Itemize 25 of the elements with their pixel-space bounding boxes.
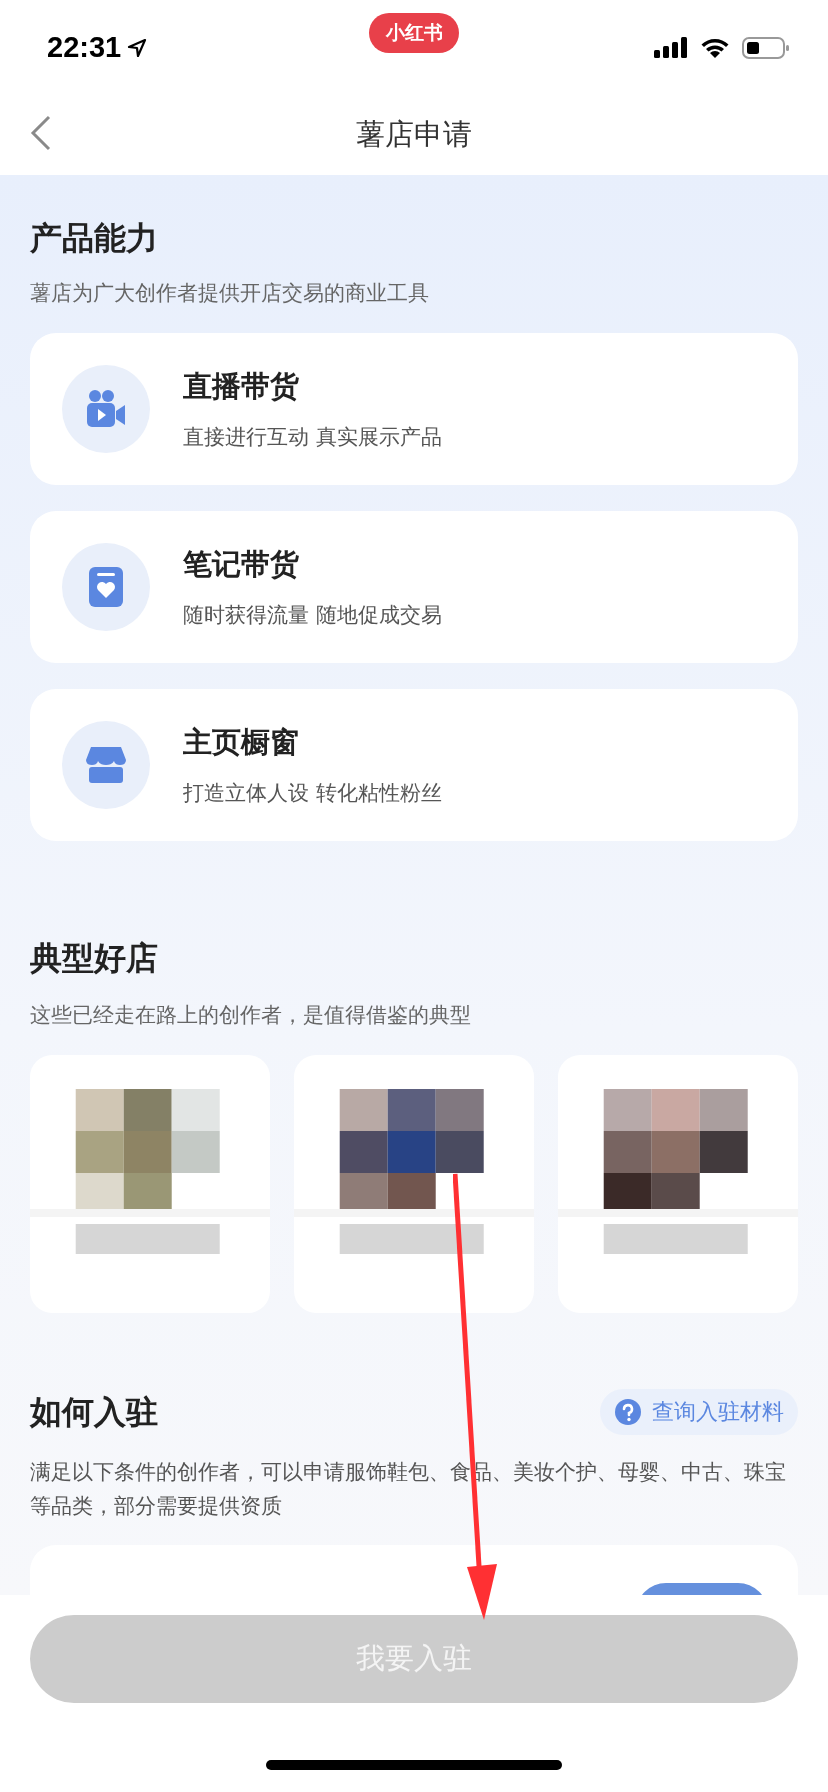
app-badge: 小红书 [369,13,459,53]
feature-description: 随时获得流量 随地促成交易 [183,602,442,629]
video-camera-icon [85,389,127,429]
help-icon [614,1398,642,1426]
section-title: 典型好店 [30,938,159,979]
section-subtitle: 这些已经走在路上的创作者，是值得借鉴的典型 [30,1002,472,1029]
wifi-icon [700,36,730,59]
feature-title: 主页橱窗 [183,724,300,761]
section-subtitle: 薯店为广大创作者提供开店交易的商业工具 [30,280,430,307]
location-arrow-icon [127,37,148,58]
battery-icon [742,35,790,60]
status-time: 22:31 [47,31,122,64]
signal-icon [654,35,688,60]
feature-description: 直接进行互动 真实展示产品 [183,424,442,451]
feature-title: 直播带货 [183,368,300,405]
feature-card[interactable]: 笔记带货 随时获得流量 随地促成交易 [30,511,798,663]
page-title: 薯店申请 [356,116,472,153]
back-icon[interactable] [30,115,52,151]
section-title: 产品能力 [30,218,159,259]
section-title: 如何入驻 [30,1392,158,1433]
storefront-icon [85,746,127,784]
feature-card[interactable]: 主页橱窗 打造立体人设 转化粘性粉丝 [30,689,798,841]
feature-card[interactable]: 直播带货 直接进行互动 真实展示产品 [30,333,798,485]
feature-title: 笔记带货 [183,546,300,583]
feature-description: 打造立体人设 转化粘性粉丝 [183,780,442,807]
